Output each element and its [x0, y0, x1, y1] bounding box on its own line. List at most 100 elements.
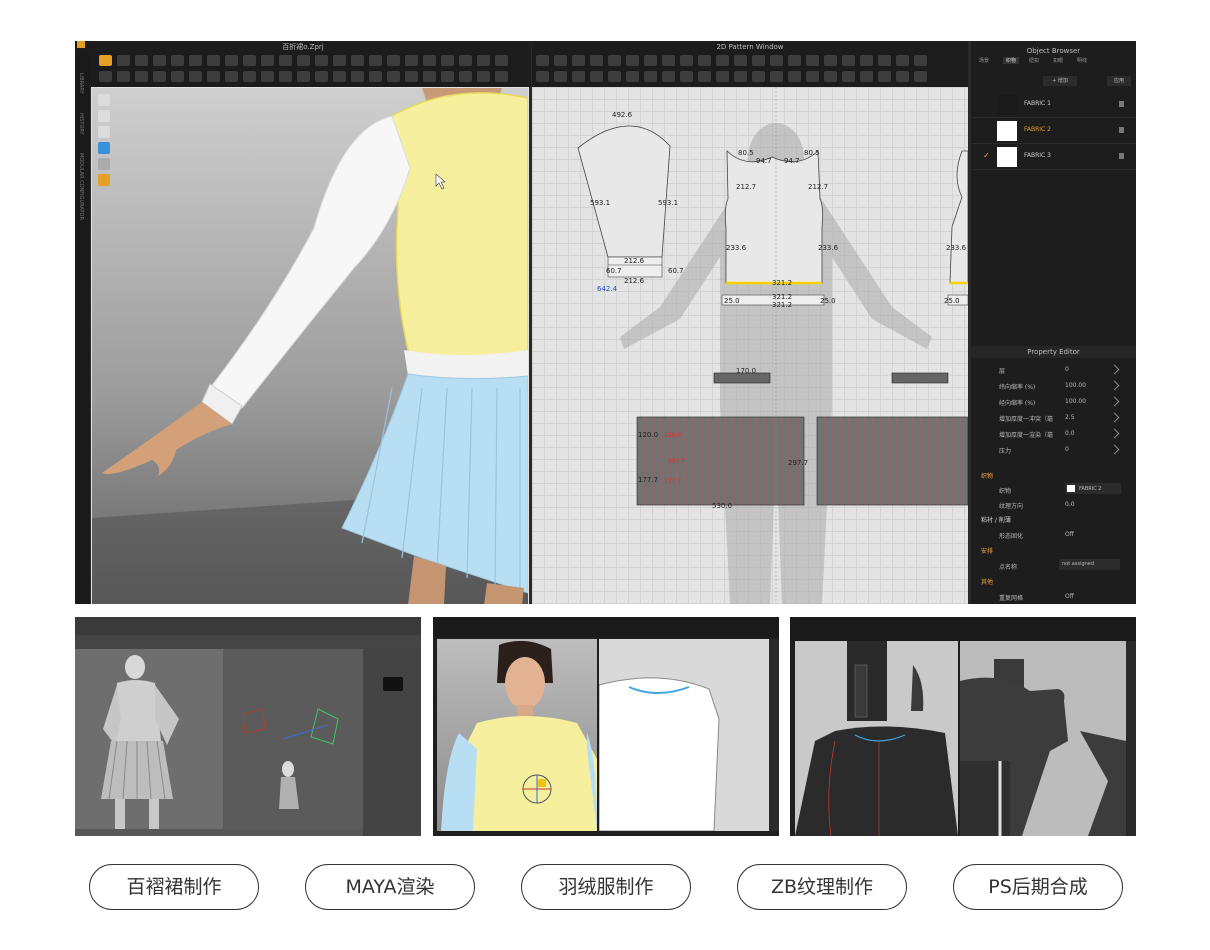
fabric-delete-icon[interactable] [1119, 127, 1124, 133]
toolbar-tool-icon[interactable] [824, 71, 837, 82]
toolbar-tool-icon[interactable] [608, 71, 621, 82]
toolbar-tool-icon[interactable] [207, 55, 220, 66]
toolbar-tool-icon[interactable] [297, 55, 310, 66]
browser-tab-scene[interactable]: 场景 [979, 57, 989, 64]
fabric-list-item[interactable]: FABRIC 2 [971, 118, 1136, 144]
section-bond[interactable]: 粘衬 / 削薄 [981, 515, 1011, 524]
property-value[interactable]: 100.00 [1065, 398, 1086, 405]
toolbar-tool-icon[interactable] [387, 71, 400, 82]
toolbar-tool-icon[interactable] [333, 71, 346, 82]
thumbnail-maya-render[interactable] [75, 617, 421, 836]
toolbar-tool-icon[interactable] [207, 71, 220, 82]
prop-grain-value[interactable]: 0.0 [1065, 501, 1075, 508]
thumbnail-zbrush-texture[interactable] [790, 617, 1136, 836]
toolbar-tool-icon[interactable] [752, 55, 765, 66]
toolbar-tool-icon[interactable] [626, 55, 639, 66]
toolbar-tool-icon[interactable] [824, 55, 837, 66]
toolbar-tool-icon[interactable] [171, 55, 184, 66]
toolbar-tool-icon[interactable] [153, 55, 166, 66]
section-other[interactable]: 其他 [981, 577, 993, 586]
toolbar-tool-icon[interactable] [734, 71, 747, 82]
toolbar-tool-icon[interactable] [189, 55, 202, 66]
fabric-list-item[interactable]: FABRIC 1 [971, 92, 1136, 118]
toolbar-tool-icon[interactable] [860, 71, 873, 82]
texture-icon[interactable] [98, 142, 110, 154]
fabric-select[interactable]: FABRIC 2 [1065, 483, 1121, 494]
toolbar-tool-icon[interactable] [590, 71, 603, 82]
toolbar-tool-icon[interactable] [644, 55, 657, 66]
toolbar-tool-icon[interactable] [914, 55, 927, 66]
toolbar-tool-icon[interactable] [225, 55, 238, 66]
toolbar-tool-icon[interactable] [495, 55, 508, 66]
toolbar-tool-icon[interactable] [441, 71, 454, 82]
toolbar-tool-icon[interactable] [315, 55, 328, 66]
browser-tab-button[interactable]: 纽扣 [1029, 57, 1039, 64]
measure-icon[interactable] [98, 158, 110, 170]
edit-icon[interactable] [1109, 396, 1120, 407]
toolbar-tool-icon[interactable] [662, 55, 675, 66]
toolbar-tool-icon[interactable] [495, 71, 508, 82]
toolbar-tool-icon[interactable] [698, 55, 711, 66]
toolbar-tool-icon[interactable] [243, 71, 256, 82]
property-value[interactable]: 0.0 [1065, 430, 1075, 437]
toolbar-tool-icon[interactable] [279, 71, 292, 82]
fabric-list-item[interactable]: ✓ FABRIC 3 [971, 144, 1136, 170]
toolbar-tool-icon[interactable] [477, 55, 490, 66]
toolbar-tool-icon[interactable] [608, 55, 621, 66]
toolbar-tool-icon[interactable] [572, 55, 585, 66]
edit-icon[interactable] [1109, 364, 1120, 375]
toolbar-tool-icon[interactable] [770, 55, 783, 66]
toolbar-tool-icon[interactable] [369, 55, 382, 66]
toolbar-tool-icon[interactable] [171, 71, 184, 82]
toolbar-tool-icon[interactable] [698, 71, 711, 82]
pill-pleated-skirt[interactable]: 百褶裙制作 [89, 864, 259, 910]
toolbar-tool-icon[interactable] [680, 71, 693, 82]
toolbar-tool-icon[interactable] [878, 71, 891, 82]
toolbar-tool-icon[interactable] [225, 71, 238, 82]
toolbar-tool-icon[interactable] [716, 55, 729, 66]
pill-zb-texture[interactable]: ZB纹理制作 [737, 864, 907, 910]
side-tab-modular[interactable]: MODULAR CONFIGURATOR [78, 153, 84, 220]
toolbar-tool-icon[interactable] [788, 71, 801, 82]
toolbar-tool-icon[interactable] [315, 71, 328, 82]
toolbar-tool-icon[interactable] [788, 55, 801, 66]
edit-icon[interactable] [1109, 444, 1120, 455]
toolbar-tool-icon[interactable] [842, 55, 855, 66]
toolbar-tool-icon[interactable] [387, 55, 400, 66]
property-value[interactable]: 0 [1065, 446, 1069, 453]
toolbar-tool-icon[interactable] [261, 55, 274, 66]
property-value[interactable]: 100.00 [1065, 382, 1086, 389]
pill-down-jacket[interactable]: 羽绒服制作 [521, 864, 691, 910]
toolbar-tool-icon[interactable] [680, 55, 693, 66]
toolbar-tool-icon[interactable] [644, 71, 657, 82]
side-tab-history[interactable]: HISTORY [78, 113, 84, 135]
toolbar-tool-icon[interactable] [405, 71, 418, 82]
toolbar-tool-icon[interactable] [752, 71, 765, 82]
toolbar-tool-icon[interactable] [536, 55, 549, 66]
browser-tab-buttonhole[interactable]: 扣眼 [1053, 57, 1063, 64]
shirt-alt-icon[interactable] [98, 110, 110, 122]
prop-mesh-value[interactable]: Off [1065, 593, 1074, 600]
toolbar-tool-icon[interactable] [99, 71, 112, 82]
toolbar-tool-icon[interactable] [896, 71, 909, 82]
toolbar-tool-icon[interactable] [459, 55, 472, 66]
toolbar-tool-icon[interactable] [351, 55, 364, 66]
2d-pattern-window[interactable]: 492.6 593.1 593.1 212.6 212.6 60.7 60.7 … [532, 87, 968, 604]
browser-tab-fabric[interactable]: 织物 [1003, 57, 1020, 64]
toolbar-tool-icon[interactable] [572, 71, 585, 82]
toolbar-tool-icon[interactable] [369, 71, 382, 82]
toolbar-tool-icon[interactable] [477, 71, 490, 82]
edit-icon[interactable] [1109, 428, 1120, 439]
toolbar-tool-icon[interactable] [806, 71, 819, 82]
toolbar-tool-icon[interactable] [423, 55, 436, 66]
pill-ps-composite[interactable]: PS后期合成 [953, 864, 1123, 910]
toolbar-tool-icon[interactable] [99, 55, 112, 66]
toolbar-tool-icon[interactable] [626, 71, 639, 82]
section-install[interactable]: 安排 [981, 546, 993, 555]
toolbar-tool-icon[interactable] [261, 71, 274, 82]
edit-icon[interactable] [1109, 412, 1120, 423]
toolbar-tool-icon[interactable] [117, 55, 130, 66]
prop-shape-value[interactable]: Off [1065, 531, 1074, 538]
toolbar-tool-icon[interactable] [914, 71, 927, 82]
toolbar-tool-icon[interactable] [297, 71, 310, 82]
